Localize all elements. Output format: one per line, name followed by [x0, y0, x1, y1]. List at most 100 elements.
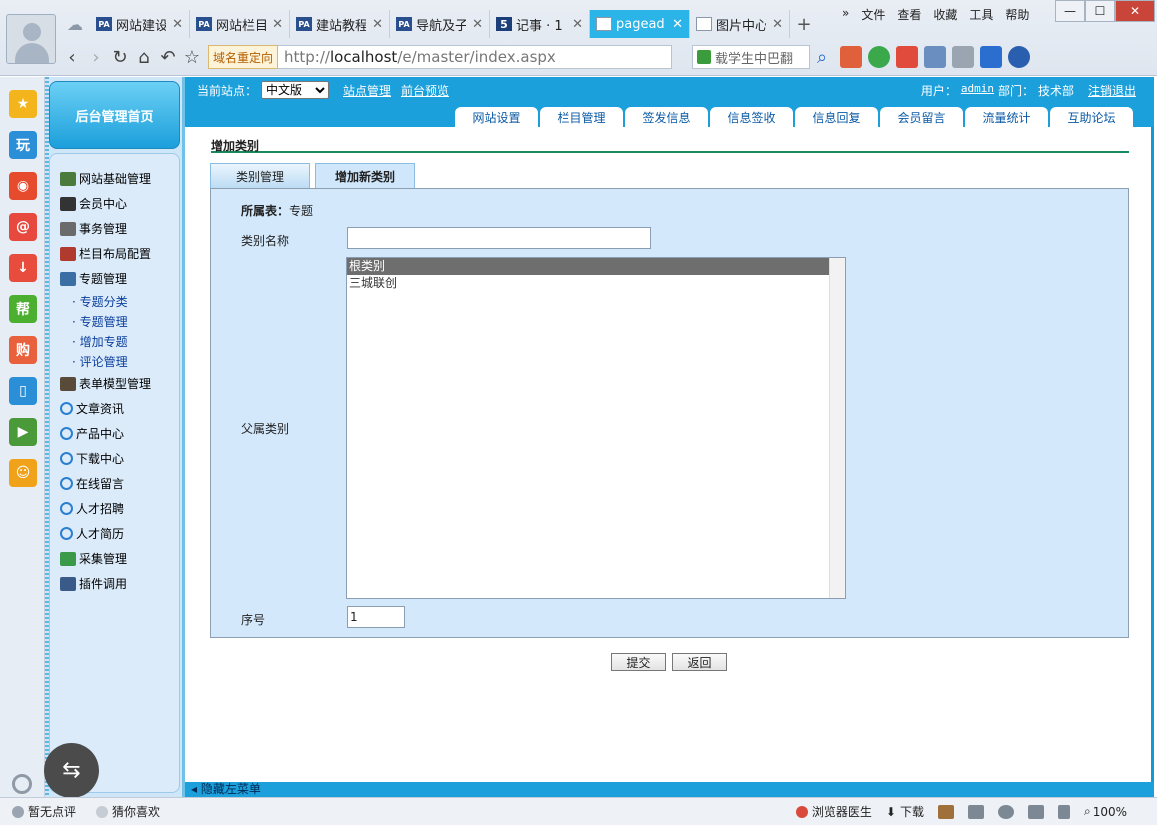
sidebar-menu-item[interactable]: 人才简历 [50, 521, 179, 546]
volume-icon[interactable] [1057, 804, 1070, 819]
sidebar-menu-item[interactable]: 采集管理 [50, 546, 179, 571]
ie-icon[interactable] [997, 804, 1014, 819]
tab-close-icon[interactable]: ✕ [272, 17, 283, 32]
cloud-icon[interactable]: ☁ [60, 10, 90, 38]
browser-menu-item[interactable]: 帮助 [1005, 6, 1029, 23]
list-item[interactable]: 三城联创 [347, 275, 845, 292]
list-item[interactable]: 根类别 [347, 258, 829, 275]
account-icon[interactable] [1008, 46, 1031, 68]
more-tabs-icon[interactable]: » [842, 6, 849, 23]
admin-tab[interactable]: 流量统计 [965, 107, 1048, 127]
sidebar-menu-item[interactable]: 事务管理 [50, 216, 179, 241]
admin-tab[interactable]: 签发信息 [625, 107, 708, 127]
user-name-link[interactable]: admin [961, 82, 994, 99]
download-app-icon[interactable]: ↓ [9, 254, 37, 282]
refresh-icon[interactable]: ↻ [108, 45, 132, 69]
undo-icon[interactable]: ↶ [156, 45, 180, 69]
site-manage-link[interactable]: 站点管理 [343, 82, 391, 99]
sidebar-submenu-item[interactable]: · 专题分类 [50, 291, 179, 311]
listbox-scrollbar[interactable] [829, 258, 845, 598]
book-icon[interactable]: ▯ [9, 377, 37, 405]
search-icon[interactable]: ⌕ [810, 45, 834, 69]
sidebar-menu-item[interactable]: 插件调用 [50, 571, 179, 596]
mask-icon[interactable] [967, 804, 984, 819]
sidebar-menu-item[interactable]: 下载中心 [50, 446, 179, 471]
tab-add-category[interactable]: 增加新类别 [315, 163, 415, 188]
tab-close-icon[interactable]: ✕ [472, 17, 483, 32]
key-icon[interactable] [980, 46, 1003, 68]
sidebar-menu-item[interactable]: 会员中心 [50, 191, 179, 216]
browser-tab[interactable]: 5 记事 · 1 ✕ [490, 10, 590, 38]
back-icon[interactable]: ‹ [60, 45, 84, 69]
url-bar[interactable]: http://localhost/e/master/index.aspx [278, 45, 673, 69]
sidebar-menu-item[interactable]: 产品中心 [50, 421, 179, 446]
admin-tab[interactable]: 互助论坛 [1050, 107, 1133, 127]
home-icon[interactable]: ⌂ [132, 45, 156, 69]
translate-icon[interactable] [896, 46, 919, 68]
tab-category-manage[interactable]: 类别管理 [210, 163, 310, 188]
site-select[interactable]: 中文版 [261, 81, 330, 99]
exit-floating-button[interactable]: ⇆ [44, 743, 99, 798]
browser-tab[interactable]: 图片中心 ✕ [690, 10, 790, 38]
weibo-icon[interactable]: ◉ [9, 172, 37, 200]
play-icon[interactable]: 玩 [9, 131, 37, 159]
sidebar-submenu-item[interactable]: · 增加专题 [50, 331, 179, 351]
browser-menu-item[interactable]: 查看 [897, 6, 921, 23]
download-button[interactable]: ⬇ 下载 [886, 803, 924, 820]
parent-category-listbox[interactable]: 根类别 三城联创 [346, 257, 846, 599]
sidebar-menu-item[interactable]: 在线留言 [50, 471, 179, 496]
game-icon[interactable] [952, 46, 975, 68]
search-input[interactable]: 载学生中巴翻 [692, 45, 811, 69]
zoom-control[interactable]: ⌕ 100% [1084, 804, 1127, 819]
browser-tab[interactable]: pagead ✕ [590, 10, 690, 38]
settings-gear-icon[interactable] [12, 774, 32, 794]
admin-home-button[interactable]: 后台管理首页 [49, 81, 180, 149]
tab-close-icon[interactable]: ✕ [172, 17, 183, 32]
briefcase-icon[interactable] [937, 804, 954, 819]
help-icon[interactable]: 帮 [9, 295, 37, 323]
sidebar-menu-item[interactable]: 表单模型管理 [50, 371, 179, 396]
maximize-button[interactable]: ☐ [1085, 0, 1115, 22]
apps-icon[interactable] [840, 46, 863, 68]
browser-doctor-button[interactable]: 浏览器医生 [795, 803, 872, 820]
hide-menu-bar[interactable]: ◂ 隐藏左菜单 [185, 782, 1154, 797]
admin-tab[interactable]: 会员留言 [880, 107, 963, 127]
tab-close-icon[interactable]: ✕ [372, 17, 383, 32]
shield-icon[interactable] [868, 46, 891, 68]
sidebar-menu-item[interactable]: 文章资讯 [50, 396, 179, 421]
video-icon[interactable]: ▶ [9, 418, 37, 446]
redirect-badge[interactable]: 域名重定向 [208, 45, 279, 69]
admin-tab[interactable]: 网站设置 [455, 107, 538, 127]
logout-link[interactable]: 注销退出 [1088, 82, 1136, 99]
submit-button[interactable]: 提交 [611, 653, 666, 671]
sidebar-menu-item[interactable]: 人才招聘 [50, 496, 179, 521]
browser-menu-item[interactable]: 工具 [969, 6, 993, 23]
tab-close-icon[interactable]: ✕ [672, 17, 683, 32]
sidebar-menu-item[interactable]: 网站基础管理 [50, 166, 179, 191]
admin-tab[interactable]: 信息回复 [795, 107, 878, 127]
sidebar-submenu-item[interactable]: · 评论管理 [50, 351, 179, 371]
category-name-input[interactable] [347, 227, 651, 249]
forward-icon[interactable]: › [84, 45, 108, 69]
sidebar-menu-item[interactable]: 栏目布局配置 [50, 241, 179, 266]
browser-tab[interactable]: PA 导航及子 ✕ [390, 10, 490, 38]
sidebar-menu-item[interactable]: 专题管理 [50, 266, 179, 291]
sidebar-submenu-item[interactable]: · 专题管理 [50, 311, 179, 331]
screenshot-icon[interactable] [924, 46, 947, 68]
emoji-icon[interactable]: ☺ [9, 459, 37, 487]
back-button[interactable]: 返回 [672, 653, 727, 671]
shop-icon[interactable]: 购 [9, 336, 37, 364]
sequence-input[interactable]: 1 [347, 606, 405, 628]
monitor-icon[interactable] [1027, 804, 1044, 819]
minimize-button[interactable]: — [1055, 0, 1085, 22]
browser-menu-item[interactable]: 收藏 [933, 6, 957, 23]
browser-menu-item[interactable]: 文件 [861, 6, 885, 23]
new-tab-button[interactable]: + [790, 10, 818, 38]
status-review[interactable]: 暂无点评 [12, 803, 76, 820]
browser-tab[interactable]: PA 建站教程 ✕ [290, 10, 390, 38]
status-recommend[interactable]: 猜你喜欢 [96, 803, 160, 820]
favorites-icon[interactable]: ★ [9, 90, 37, 118]
browser-tab[interactable]: PA 网站栏目 ✕ [190, 10, 290, 38]
user-avatar[interactable] [6, 14, 56, 64]
mail-icon[interactable]: @ [9, 213, 37, 241]
